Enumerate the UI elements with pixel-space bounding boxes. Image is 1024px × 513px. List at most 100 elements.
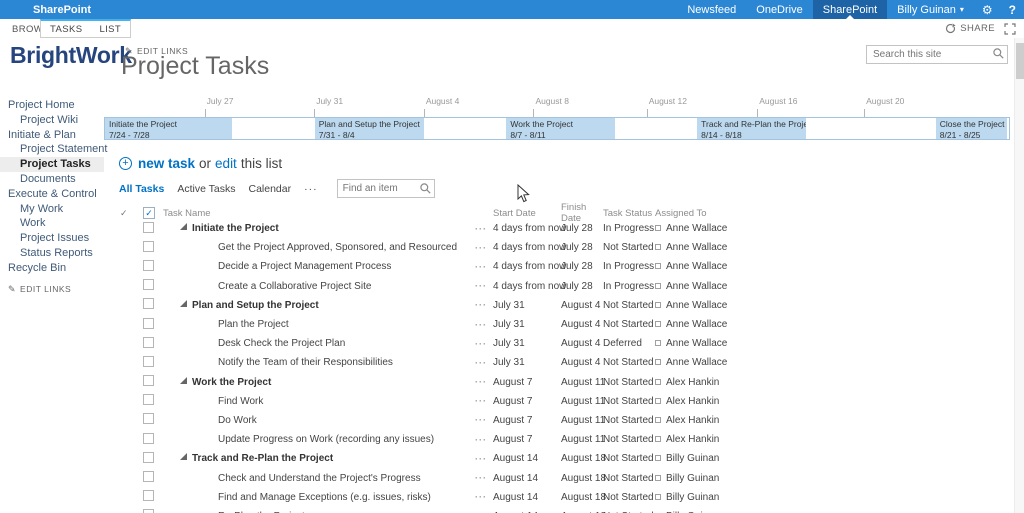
assigned-name[interactable]: Anne Wallace: [666, 261, 727, 272]
timeline-bar-plan-and-setup-the-project[interactable]: Plan and Setup the Project7/31 - 8/4: [315, 118, 424, 139]
row-checkbox[interactable]: [143, 394, 154, 405]
edit-list-link[interactable]: edit: [215, 156, 237, 171]
task-name-cell[interactable]: Decide a Project Management Process: [163, 261, 475, 272]
tab-tasks[interactable]: TASKS: [50, 24, 82, 35]
sidebar-item-project-statement[interactable]: Project Statement: [0, 142, 104, 157]
row-checkbox[interactable]: [143, 337, 154, 348]
row-menu-ellipsis[interactable]: ···: [475, 243, 493, 253]
suite-link-sharepoint[interactable]: SharePoint: [813, 0, 887, 19]
row-menu-ellipsis[interactable]: ···: [475, 224, 493, 234]
row-checkbox[interactable]: [143, 222, 154, 233]
sidebar-item-project-home[interactable]: Project Home: [0, 98, 104, 113]
site-search-input[interactable]: [866, 45, 1008, 64]
assigned-name[interactable]: Anne Wallace: [666, 242, 727, 253]
task-name-cell[interactable]: Check and Understand the Project's Progr…: [163, 473, 475, 484]
task-name-cell[interactable]: Find Work: [163, 396, 475, 407]
view-calendar[interactable]: Calendar: [249, 183, 292, 195]
col-task-name[interactable]: Task Name: [163, 208, 475, 219]
row-checkbox[interactable]: [143, 356, 154, 367]
help-button[interactable]: ?: [1001, 0, 1024, 19]
sidebar-edit-links[interactable]: ✎EDIT LINKS: [0, 284, 104, 295]
sidebar-item-documents[interactable]: Documents: [0, 172, 104, 187]
sidebar-item-my-work[interactable]: My Work: [0, 202, 104, 217]
assigned-name[interactable]: Anne Wallace: [666, 338, 727, 349]
assigned-name[interactable]: Alex Hankin: [666, 377, 719, 388]
timeline-bar-initiate-the-project[interactable]: Initiate the Project7/24 - 7/28: [105, 118, 232, 139]
search-icon[interactable]: [420, 183, 431, 194]
assigned-name[interactable]: Anne Wallace: [666, 319, 727, 330]
assigned-name[interactable]: Billy Guinan: [666, 473, 719, 484]
row-menu-ellipsis[interactable]: ···: [475, 473, 493, 483]
row-menu-ellipsis[interactable]: ···: [475, 377, 493, 387]
row-checkbox[interactable]: [143, 318, 154, 329]
select-all-icon[interactable]: ✓: [143, 207, 155, 219]
row-checkbox[interactable]: [143, 509, 154, 513]
row-checkbox[interactable]: [143, 452, 154, 463]
task-name-cell[interactable]: Desk Check the Project Plan: [163, 338, 475, 349]
row-menu-ellipsis[interactable]: ···: [475, 281, 493, 291]
task-name-cell[interactable]: Notify the Team of their Responsibilitie…: [163, 357, 475, 368]
task-name-cell[interactable]: Find and Manage Exceptions (e.g. issues,…: [163, 492, 475, 503]
sidebar-item-project-issues[interactable]: Project Issues: [0, 231, 104, 246]
task-name-cell[interactable]: Initiate the Project: [163, 223, 475, 234]
scrollbar-thumb[interactable]: [1016, 43, 1024, 79]
col-finish-date[interactable]: Finish Date: [561, 202, 603, 224]
settings-button[interactable]: ⚙: [974, 0, 1001, 19]
brightwork-logo[interactable]: BrightWork: [10, 42, 132, 69]
sidebar-item-execute-control[interactable]: Execute & Control: [0, 187, 104, 202]
row-checkbox[interactable]: [143, 490, 154, 501]
row-menu-ellipsis[interactable]: ···: [475, 358, 493, 368]
group-collapse-icon[interactable]: [180, 223, 187, 230]
task-name-cell[interactable]: Create a Collaborative Project Site: [163, 281, 475, 292]
row-menu-ellipsis[interactable]: ···: [475, 300, 493, 310]
view-all-tasks[interactable]: All Tasks: [119, 183, 164, 195]
task-name-cell[interactable]: Work the Project: [163, 377, 475, 388]
col-start-date[interactable]: Start Date: [493, 208, 561, 219]
task-name-cell[interactable]: Track and Re-Plan the Project: [163, 453, 475, 464]
assigned-name[interactable]: Anne Wallace: [666, 281, 727, 292]
more-views-ellipsis[interactable]: ···: [304, 183, 318, 195]
sidebar-item-status-reports[interactable]: Status Reports: [0, 246, 104, 261]
row-checkbox[interactable]: [143, 413, 154, 424]
assigned-name[interactable]: Billy Guinan: [666, 492, 719, 503]
tab-list[interactable]: LIST: [99, 24, 121, 35]
row-checkbox[interactable]: [143, 471, 154, 482]
row-checkbox[interactable]: [143, 279, 154, 290]
task-name-cell[interactable]: Plan the Project: [163, 319, 475, 330]
task-name-cell[interactable]: Get the Project Approved, Sponsored, and…: [163, 242, 475, 253]
suite-link-onedrive[interactable]: OneDrive: [746, 0, 812, 19]
group-collapse-icon[interactable]: [180, 377, 187, 384]
row-checkbox[interactable]: [143, 241, 154, 252]
assigned-name[interactable]: Anne Wallace: [666, 357, 727, 368]
sidebar-item-recycle-bin[interactable]: Recycle Bin: [0, 261, 104, 276]
col-task-status[interactable]: Task Status: [603, 208, 655, 219]
new-task-link[interactable]: new task: [138, 156, 195, 171]
row-checkbox[interactable]: [143, 375, 154, 386]
assigned-name[interactable]: Anne Wallace: [666, 223, 727, 234]
row-menu-ellipsis[interactable]: ···: [475, 454, 493, 464]
row-menu-ellipsis[interactable]: ···: [475, 262, 493, 272]
assigned-name[interactable]: Alex Hankin: [666, 396, 719, 407]
sidebar-item-project-tasks[interactable]: Project Tasks: [0, 157, 104, 172]
group-collapse-icon[interactable]: [180, 300, 187, 307]
focus-button[interactable]: [1004, 23, 1016, 35]
row-menu-ellipsis[interactable]: ···: [475, 492, 493, 502]
search-icon[interactable]: [993, 48, 1004, 59]
group-collapse-icon[interactable]: [180, 453, 187, 460]
assigned-name[interactable]: Anne Wallace: [666, 300, 727, 311]
view-active-tasks[interactable]: Active Tasks: [177, 183, 235, 195]
sidebar-item-work[interactable]: Work: [0, 216, 104, 231]
timeline-bar-track-and-re-plan-the-project[interactable]: Track and Re-Plan the Project8/14 - 8/18: [697, 118, 806, 139]
row-menu-ellipsis[interactable]: ···: [475, 435, 493, 445]
vertical-scrollbar[interactable]: [1014, 38, 1024, 513]
sidebar-item-initiate-plan[interactable]: Initiate & Plan: [0, 128, 104, 143]
assigned-name[interactable]: Alex Hankin: [666, 415, 719, 426]
row-menu-ellipsis[interactable]: ···: [475, 320, 493, 330]
row-menu-ellipsis[interactable]: ···: [475, 415, 493, 425]
col-assigned-to[interactable]: Assigned To: [655, 208, 1010, 219]
row-checkbox[interactable]: [143, 433, 154, 444]
share-button[interactable]: SHARE: [945, 23, 995, 34]
suite-link-newsfeed[interactable]: Newsfeed: [677, 0, 746, 19]
timeline-bar-work-the-project[interactable]: Work the Project8/7 - 8/11: [506, 118, 614, 139]
assigned-name[interactable]: Billy Guinan: [666, 453, 719, 464]
